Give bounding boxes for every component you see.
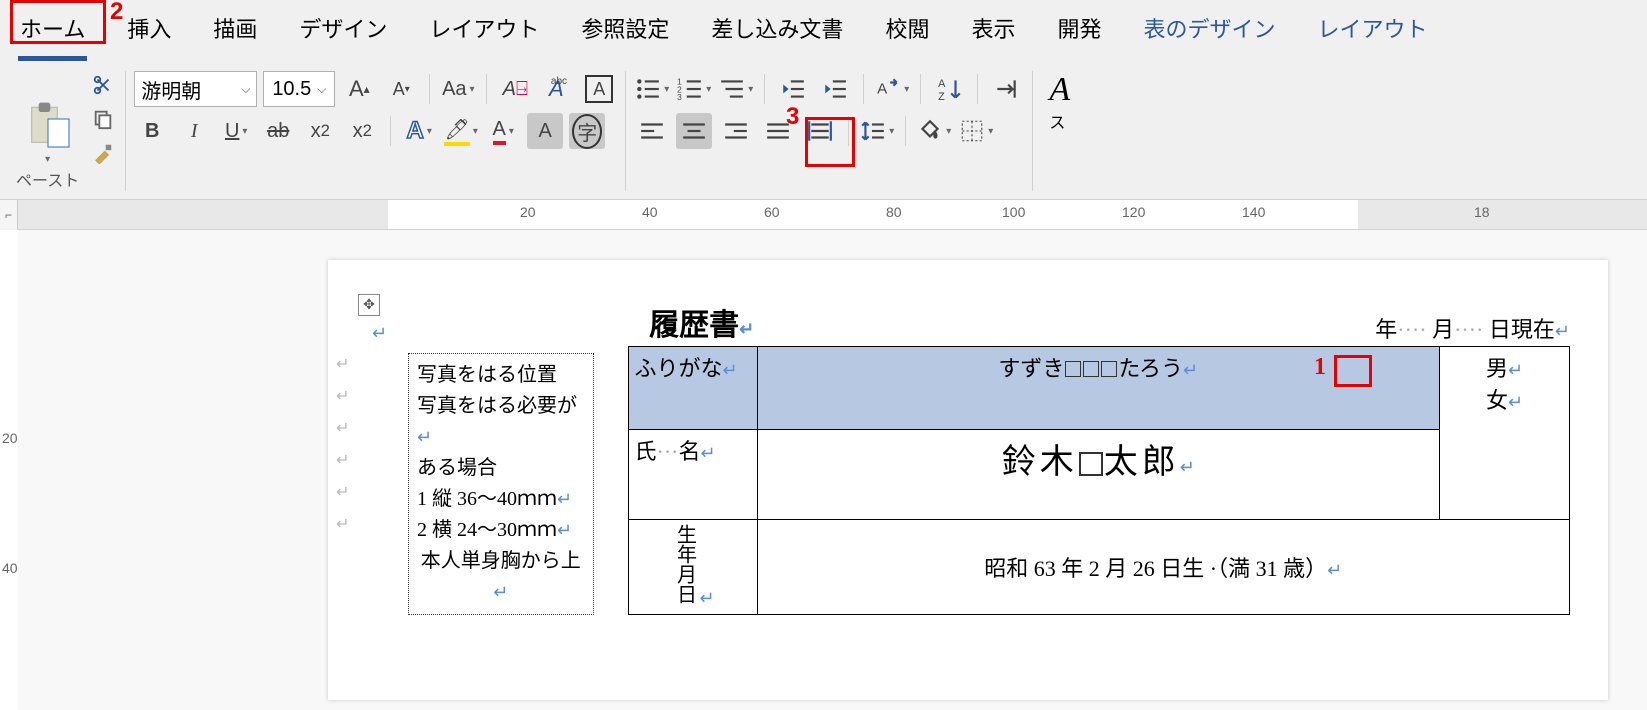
para-mark-icon: ↵: [372, 323, 387, 344]
strikethrough-button[interactable]: ab: [260, 113, 296, 149]
superscript-button[interactable]: x2: [344, 113, 380, 149]
svg-text:A: A: [877, 80, 888, 97]
decrease-indent-button[interactable]: [775, 71, 811, 107]
gender-female[interactable]: 女: [1486, 388, 1508, 413]
text-direction-button[interactable]: A: [874, 71, 910, 107]
line-spacing-button[interactable]: [859, 113, 895, 149]
name-value-cell: 鈴木太郎↵: [757, 430, 1440, 520]
furigana-label-cell: ふりがな↵: [628, 347, 757, 430]
align-left-button[interactable]: [634, 113, 670, 149]
callout-num-2: 2: [110, 0, 123, 26]
callout-box-3: [805, 117, 855, 167]
ribbon: ▾ ペースト 游明朝⌵ 10.5⌵ A▴ A▾ Aa A⍈ abcA A B I…: [0, 61, 1647, 200]
gender-cell: 男↵ 女↵: [1440, 347, 1570, 520]
borders-button[interactable]: [958, 113, 994, 149]
ribbon-tabs: ホーム 挿入 描画 デザイン レイアウト 参照設定 差し込み文書 校閲 表示 開…: [0, 0, 1647, 61]
callout-box-1: [1334, 355, 1372, 387]
bullets-button[interactable]: [634, 71, 670, 107]
grow-font-button[interactable]: A▴: [341, 71, 377, 107]
tab-review[interactable]: 校閲: [883, 8, 931, 61]
align-center-button[interactable]: [676, 113, 712, 149]
enclose-characters-button[interactable]: 字: [569, 113, 605, 149]
tab-view[interactable]: 表示: [969, 8, 1017, 61]
shading-button[interactable]: [916, 113, 952, 149]
text-effects-button[interactable]: A: [401, 113, 437, 149]
tab-draw[interactable]: 描画: [211, 8, 259, 61]
paste-label: ペースト: [16, 167, 79, 191]
callout-num-1: 1: [1314, 354, 1326, 381]
paste-icon[interactable]: [20, 98, 76, 154]
svg-text:Z: Z: [938, 91, 945, 102]
copy-button[interactable]: [89, 105, 117, 133]
clear-formatting-button[interactable]: A⍈: [497, 71, 533, 107]
page: ✥ ↵ 履歴書↵ 年···· 月···· 日現在↵ ↵ 写真をはる位置 ↵: [328, 260, 1608, 700]
callout-box-2: [10, 0, 106, 44]
font-size-select[interactable]: 10.5⌵: [263, 71, 335, 107]
cv-table: ↵ 写真をはる位置 ↵ 写真をはる必要が↵ ↵ ある場合 ↵ 1 縦 36～40…: [366, 346, 1570, 615]
document-area[interactable]: ✥ ↵ 履歴書↵ 年···· 月···· 日現在↵ ↵ 写真をはる位置 ↵: [18, 230, 1647, 710]
shrink-font-button[interactable]: A▾: [383, 71, 419, 107]
tab-mailings[interactable]: 差し込み文書: [709, 8, 845, 61]
align-right-button[interactable]: [718, 113, 754, 149]
increase-indent-button[interactable]: [817, 71, 853, 107]
photo-cell: ↵ 写真をはる位置 ↵ 写真をはる必要が↵ ↵ ある場合 ↵ 1 縦 36～40…: [366, 347, 628, 615]
sort-button[interactable]: AZ: [931, 71, 967, 107]
ruler: ⌐ 20 40 60 80 100 120 140 18: [0, 200, 1647, 230]
gender-male[interactable]: 男: [1486, 356, 1508, 381]
tab-developer[interactable]: 開発: [1055, 8, 1103, 61]
group-font: 游明朝⌵ 10.5⌵ A▴ A▾ Aa A⍈ abcA A B I U ab x…: [126, 71, 626, 191]
svg-text:3: 3: [677, 92, 682, 102]
group-clipboard: ▾ ペースト: [8, 71, 126, 191]
tab-layout[interactable]: レイアウト: [427, 8, 541, 61]
show-marks-button[interactable]: [988, 71, 1024, 107]
cut-button[interactable]: [89, 71, 117, 99]
tab-design[interactable]: デザイン: [297, 8, 389, 61]
group-styles: A ス: [1033, 71, 1078, 191]
underline-button[interactable]: U: [218, 113, 254, 149]
styles-label: ス: [1049, 109, 1065, 133]
table-move-handle[interactable]: ✥: [358, 294, 380, 316]
vertical-ruler[interactable]: 20 40: [0, 230, 18, 710]
numbering-button[interactable]: 123: [676, 71, 712, 107]
phonetic-guide-button[interactable]: abcA: [539, 71, 575, 107]
format-painter-button[interactable]: [89, 139, 117, 167]
tab-table-layout[interactable]: レイアウト: [1316, 8, 1430, 61]
svg-text:A: A: [938, 78, 946, 90]
change-case-button[interactable]: Aa: [440, 71, 476, 107]
photo-instructions: ↵ 写真をはる位置 ↵ 写真をはる必要が↵ ↵ ある場合 ↵ 1 縦 36～40…: [408, 353, 594, 615]
tab-table-design[interactable]: 表のデザイン: [1141, 8, 1277, 61]
subscript-button[interactable]: x2: [302, 113, 338, 149]
highlight-button[interactable]: 🖊: [443, 113, 479, 149]
styles-icon[interactable]: A: [1049, 71, 1070, 109]
workspace: 20 40 ✥ ↵ 履歴書↵ 年···· 月···· 日現在↵ ↵: [0, 230, 1647, 710]
character-shading-button[interactable]: A: [527, 113, 563, 149]
doc-title: 履歴書↵: [649, 300, 754, 344]
font-color-button[interactable]: A: [485, 113, 521, 149]
name-label-cell: 氏···名↵: [628, 430, 757, 520]
character-border-button[interactable]: A: [581, 71, 617, 107]
horizontal-ruler[interactable]: 20 40 60 80 100 120 140 18: [18, 200, 1647, 230]
tab-insert[interactable]: 挿入: [125, 8, 173, 61]
callout-num-3: 3: [786, 103, 799, 131]
birth-label-cell: 生年月日↵: [628, 520, 757, 615]
tab-selector[interactable]: ⌐: [0, 200, 18, 230]
italic-button[interactable]: I: [176, 113, 212, 149]
font-name-select[interactable]: 游明朝⌵: [134, 71, 257, 107]
bold-button[interactable]: B: [134, 113, 170, 149]
date-line: 年···· 月···· 日現在↵: [1375, 312, 1570, 344]
birth-value-cell: 昭和 63 年 2 月 26 日生 ·（満 31 歳）↵: [757, 520, 1570, 615]
tab-references[interactable]: 参照設定: [579, 8, 671, 61]
multilevel-list-button[interactable]: [718, 71, 754, 107]
